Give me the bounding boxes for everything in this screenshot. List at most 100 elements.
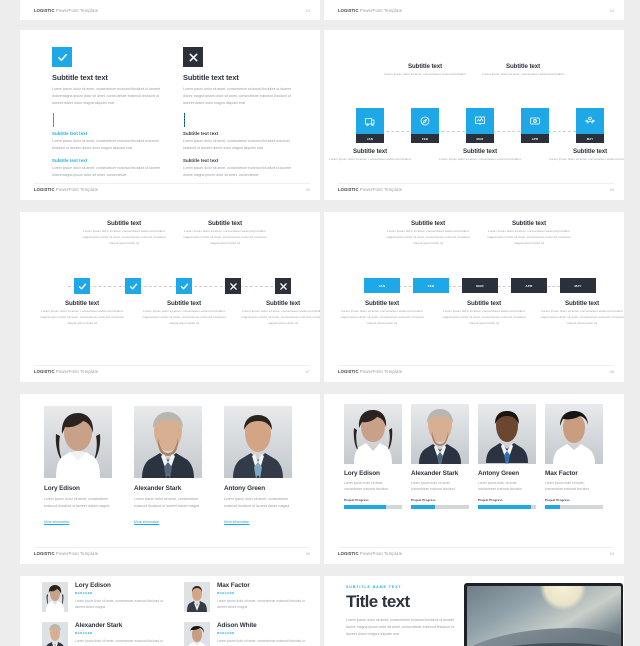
- member-name: Alexander Stark: [411, 470, 469, 477]
- member-body: Lorem ipsum dolor sit amet, consectetuer…: [411, 480, 469, 493]
- slide-month-timeline[interactable]: Subtitle text Lorem ipsum dolor sit amet…: [324, 212, 624, 382]
- member-body: Lorem ipsum dolor sit amet, consectetuer…: [217, 638, 312, 646]
- check-icon: [52, 47, 72, 67]
- list-item[interactable]: Lory Edison MANAGER Lorem ipsum dolor si…: [42, 582, 170, 612]
- item-body: Lorem ipsum dolor sit amet, consectetuer…: [183, 165, 295, 179]
- timeline-caption-below-4: Subtitle text Lorem ipsum dolor sit amet…: [241, 300, 320, 327]
- caption-body: Lorem ipsum dolor sit amet, consectetuer…: [382, 72, 468, 78]
- timeline-node-1[interactable]: FEB: [411, 108, 439, 143]
- timeline-caption-above-1: Subtitle text Lorem ipsum dolor sit amet…: [386, 220, 470, 247]
- slide-footer: LOGISTIC PowerPoint Template 43: [34, 5, 310, 15]
- caption-body: Lorem ipsum dolor sit amet, consectetuer…: [547, 157, 624, 163]
- comparison-column-0: Subtitle text text Lorem ipsum dolor sit…: [52, 47, 170, 179]
- list-item[interactable]: Alexander Stark MANAGER Lorem ipsum dolo…: [42, 622, 170, 646]
- month-block-0[interactable]: JAN: [364, 278, 400, 293]
- more-information-link[interactable]: More information: [44, 520, 69, 524]
- timeline-caption-below-2: Subtitle text Lorem ipsum dolor sit amet…: [142, 300, 226, 327]
- footer-page-number: 49: [306, 551, 310, 556]
- member-name: Antony Green: [224, 485, 292, 492]
- check-icon[interactable]: [74, 278, 90, 294]
- close-icon[interactable]: [225, 278, 241, 294]
- caption-title: Subtitle text: [547, 148, 624, 155]
- caption-title: Subtitle text: [382, 63, 468, 70]
- caption-title: Subtitle text: [340, 300, 424, 307]
- month-block-3[interactable]: APR: [511, 278, 547, 293]
- slide-partial-top-left[interactable]: LOGISTIC PowerPoint Template 43: [20, 0, 320, 20]
- slide-title-laptop[interactable]: SUBTITLE NAME TEXT Title text Lorem ipsu…: [324, 576, 624, 646]
- member-name: Adison White: [217, 622, 312, 629]
- avatar: [478, 404, 536, 464]
- caption-body: Lorem ipsum dolor sit amet, consectetuer…: [183, 229, 267, 247]
- caption-title: Subtitle text: [487, 220, 571, 227]
- check-icon[interactable]: [125, 278, 141, 294]
- slide-team-four-progress[interactable]: Lory Edison Lorem ipsum dolor sit amet, …: [324, 394, 624, 564]
- slide-team-three[interactable]: Lory Edison Lorem ipsum dolor sit amet, …: [20, 394, 320, 564]
- timeline-caption-below-4: Subtitle text Lorem ipsum dolor sit amet…: [540, 300, 624, 327]
- month-block-2[interactable]: MAR: [462, 278, 498, 293]
- member-name: Max Factor: [545, 470, 603, 477]
- slide-footer: LOGISTIC PowerPoint Template 48: [338, 366, 614, 376]
- timeline-caption-above-3: Subtitle text Lorem ipsum dolor sit amet…: [183, 220, 267, 247]
- slide-check-timeline[interactable]: Subtitle text Lorem ipsum dolor sit amet…: [20, 212, 320, 382]
- timeline-caption-below-0: Subtitle text Lorem ipsum dolor sit amet…: [40, 300, 124, 327]
- caption-body: Lorem ipsum dolor sit amet, consectetuer…: [442, 309, 526, 327]
- slide-partial-top-right[interactable]: LOGISTIC PowerPoint Template 44: [324, 0, 624, 20]
- caption-title: Subtitle text: [82, 220, 166, 227]
- month-label: MAY: [576, 134, 604, 143]
- laptop-mockup: [464, 583, 623, 646]
- member-name: Alexander Stark: [75, 622, 170, 629]
- member-body: Lorem ipsum dolor sit amet, consectetuer…: [344, 480, 402, 493]
- caption-body: Lorem ipsum dolor sit amet, consectetuer…: [480, 72, 566, 78]
- slide-icon-timeline[interactable]: Subtitle text Lorem ipsum dolor sit amet…: [324, 30, 624, 200]
- more-information-link[interactable]: More information: [224, 520, 249, 524]
- avatar: [224, 406, 292, 478]
- team-card[interactable]: Alexander Stark Lorem ipsum dolor sit am…: [411, 404, 469, 509]
- list-item[interactable]: Max Factor MANAGER Lorem ipsum dolor sit…: [184, 582, 312, 612]
- footer-page-number: 47: [306, 369, 310, 374]
- footer-brand: LOGISTIC PowerPoint Template: [338, 187, 402, 192]
- slide-team-list[interactable]: Lory Edison MANAGER Lorem ipsum dolor si…: [20, 576, 320, 646]
- team-card[interactable]: Antony Green Lorem ipsum dolor sit amet,…: [478, 404, 536, 509]
- month-label: FEB: [411, 134, 439, 143]
- kicker-text: SUBTITLE NAME TEXT: [346, 585, 456, 589]
- timeline-node-3[interactable]: APR: [521, 108, 549, 143]
- list-item[interactable]: Adison White MANAGER Lorem ipsum dolor s…: [184, 622, 312, 646]
- caption-title: Subtitle text: [183, 220, 267, 227]
- progress-label: Project Progress: [344, 498, 402, 502]
- dotted-rail-icon: [53, 113, 54, 127]
- package-icon: [356, 108, 384, 134]
- team-card[interactable]: Lory Edison Lorem ipsum dolor sit amet, …: [44, 406, 112, 528]
- timeline-caption-above-3: Subtitle text Lorem ipsum dolor sit amet…: [487, 220, 571, 247]
- slide-footer: LOGISTIC PowerPoint Template 49: [34, 548, 310, 558]
- slide-comparison-columns[interactable]: Subtitle text text Lorem ipsum dolor sit…: [20, 30, 320, 200]
- caption-body: Lorem ipsum dolor sit amet, consectetuer…: [40, 309, 124, 327]
- team-card[interactable]: Antony Green Lorem ipsum dolor sit amet,…: [224, 406, 292, 528]
- caption-title: Subtitle text: [540, 300, 624, 307]
- item-heading: Subtitle text text: [52, 158, 170, 163]
- more-information-link[interactable]: More information: [134, 520, 159, 524]
- timeline-node-2[interactable]: MAR: [466, 108, 494, 143]
- slide-footer: LOGISTIC PowerPoint Template 44: [338, 5, 614, 15]
- progress-label: Project Progress: [478, 498, 536, 502]
- timeline-caption-above-3: Subtitle text Lorem ipsum dolor sit amet…: [480, 63, 566, 78]
- team-card[interactable]: Max Factor Lorem ipsum dolor sit amet, c…: [545, 404, 603, 509]
- month-block-4[interactable]: MAY: [560, 278, 596, 293]
- member-body: Lorem ipsum dolor sit amet, consectetuer…: [44, 496, 112, 510]
- page-title: Title text: [346, 592, 456, 612]
- column-item-0: Subtitle text text Lorem ipsum dolor sit…: [183, 131, 301, 152]
- compass-icon: [411, 108, 439, 134]
- footer-brand: LOGISTIC PowerPoint Template: [34, 8, 98, 13]
- team-card[interactable]: Lory Edison Lorem ipsum dolor sit amet, …: [344, 404, 402, 509]
- close-icon[interactable]: [275, 278, 291, 294]
- caption-body: Lorem ipsum dolor sit amet, consectetuer…: [340, 309, 424, 327]
- timeline-node-0[interactable]: JAN: [356, 108, 384, 143]
- timeline-node-4[interactable]: MAY: [576, 108, 604, 143]
- team-card[interactable]: Alexander Stark Lorem ipsum dolor sit am…: [134, 406, 202, 528]
- item-body: Lorem ipsum dolor sit amet, consectetuer…: [52, 165, 164, 179]
- timeline-caption-below-2: Subtitle text Lorem ipsum dolor sit amet…: [442, 300, 526, 327]
- member-body: Lorem ipsum dolor sit amet, consectetuer…: [75, 598, 170, 611]
- money-icon: [521, 108, 549, 134]
- month-label: MAR: [466, 134, 494, 143]
- check-icon[interactable]: [176, 278, 192, 294]
- month-block-1[interactable]: FEB: [413, 278, 449, 293]
